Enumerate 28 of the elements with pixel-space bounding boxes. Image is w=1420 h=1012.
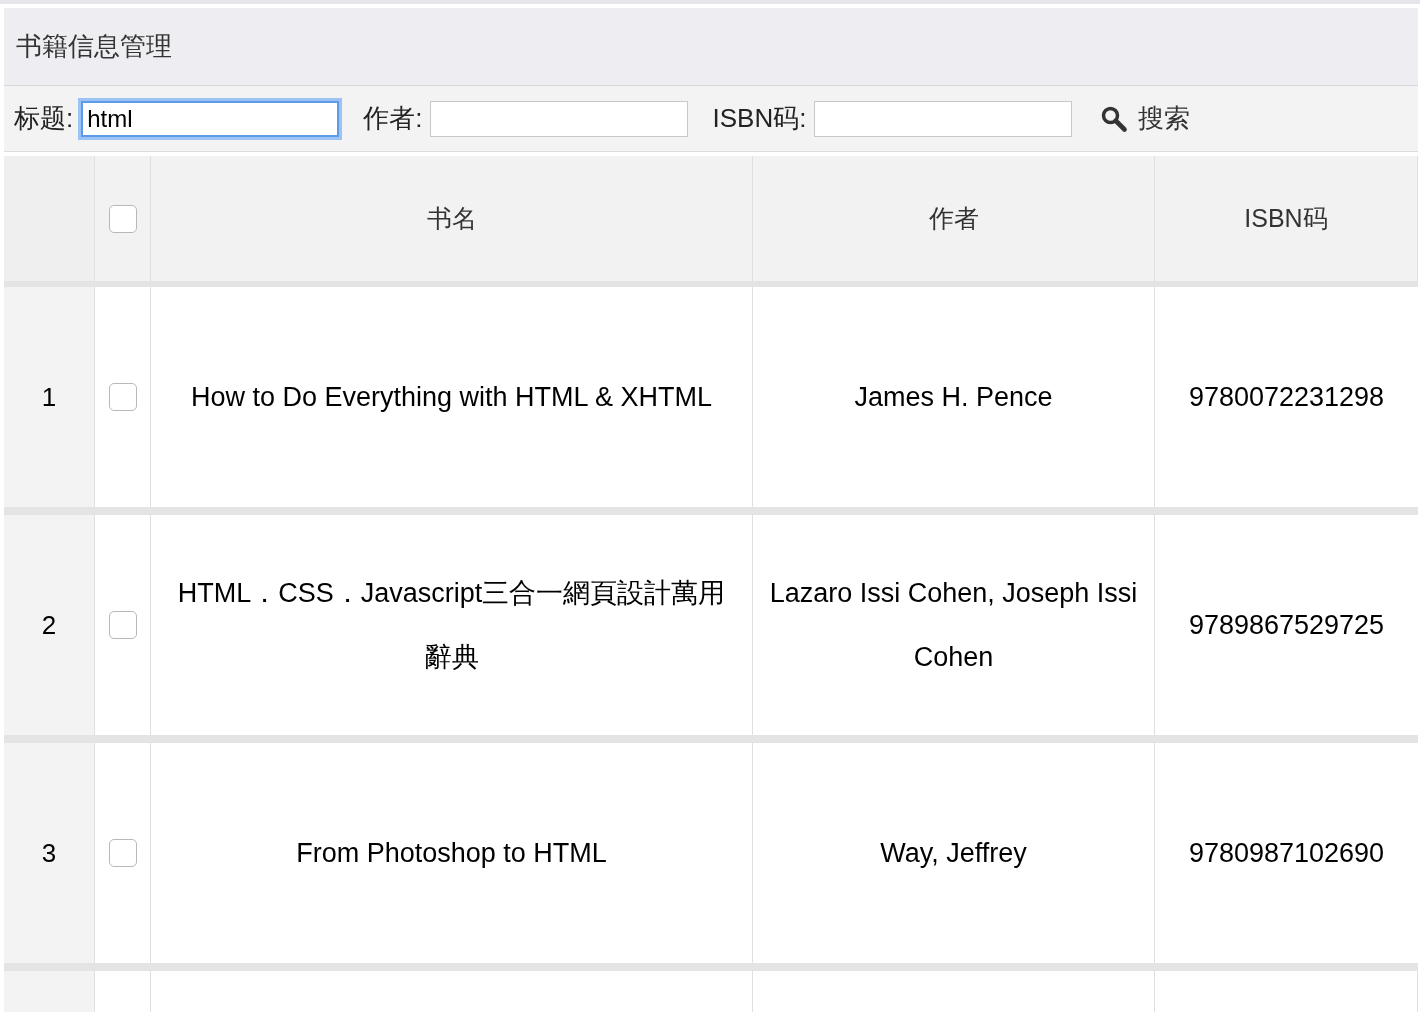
text-field[interactable]: [430, 100, 689, 137]
field-label: 作者:: [363, 102, 423, 135]
row-number: 2: [41, 608, 57, 642]
column-header: 作者: [928, 202, 979, 234]
table-cell-text: Lazaro Issi Cohen, Joseph Issi Cohen: [768, 577, 1139, 674]
text-field[interactable]: html: [81, 100, 340, 137]
table-cell-text: From Photoshop to HTML: [296, 837, 607, 870]
row-number: 3: [41, 836, 57, 870]
column-header: ISBN码: [1244, 202, 1328, 234]
table-cell-text: Way, Jeffrey: [880, 837, 1027, 870]
table-cell-text: How to Do Everything with HTML & XHTML: [190, 381, 713, 414]
search-button[interactable]: 搜索: [1100, 99, 1191, 138]
checkbox[interactable]: [108, 383, 137, 411]
checkbox[interactable]: [108, 204, 137, 233]
row-number: 1: [41, 380, 57, 414]
column-header: 书名: [426, 202, 477, 234]
table-cell-text: HTML．CSS．Javascript三合一網頁設計萬用辭典: [176, 577, 727, 674]
field-label: 标题:: [14, 102, 74, 135]
text-field[interactable]: [814, 100, 1073, 137]
table-cell-text: 9780072231298: [1188, 380, 1385, 414]
checkbox[interactable]: [108, 611, 137, 639]
table-cell-text: James H. Pence: [854, 381, 1053, 414]
field-label: ISBN码:: [712, 102, 807, 135]
table-cell-text: 9780987102690: [1188, 836, 1385, 870]
panel-title: 书籍信息管理: [16, 30, 172, 63]
checkbox[interactable]: [108, 839, 137, 867]
search-icon: [1100, 104, 1129, 133]
table-cell-text: 9789867529725: [1188, 608, 1385, 642]
